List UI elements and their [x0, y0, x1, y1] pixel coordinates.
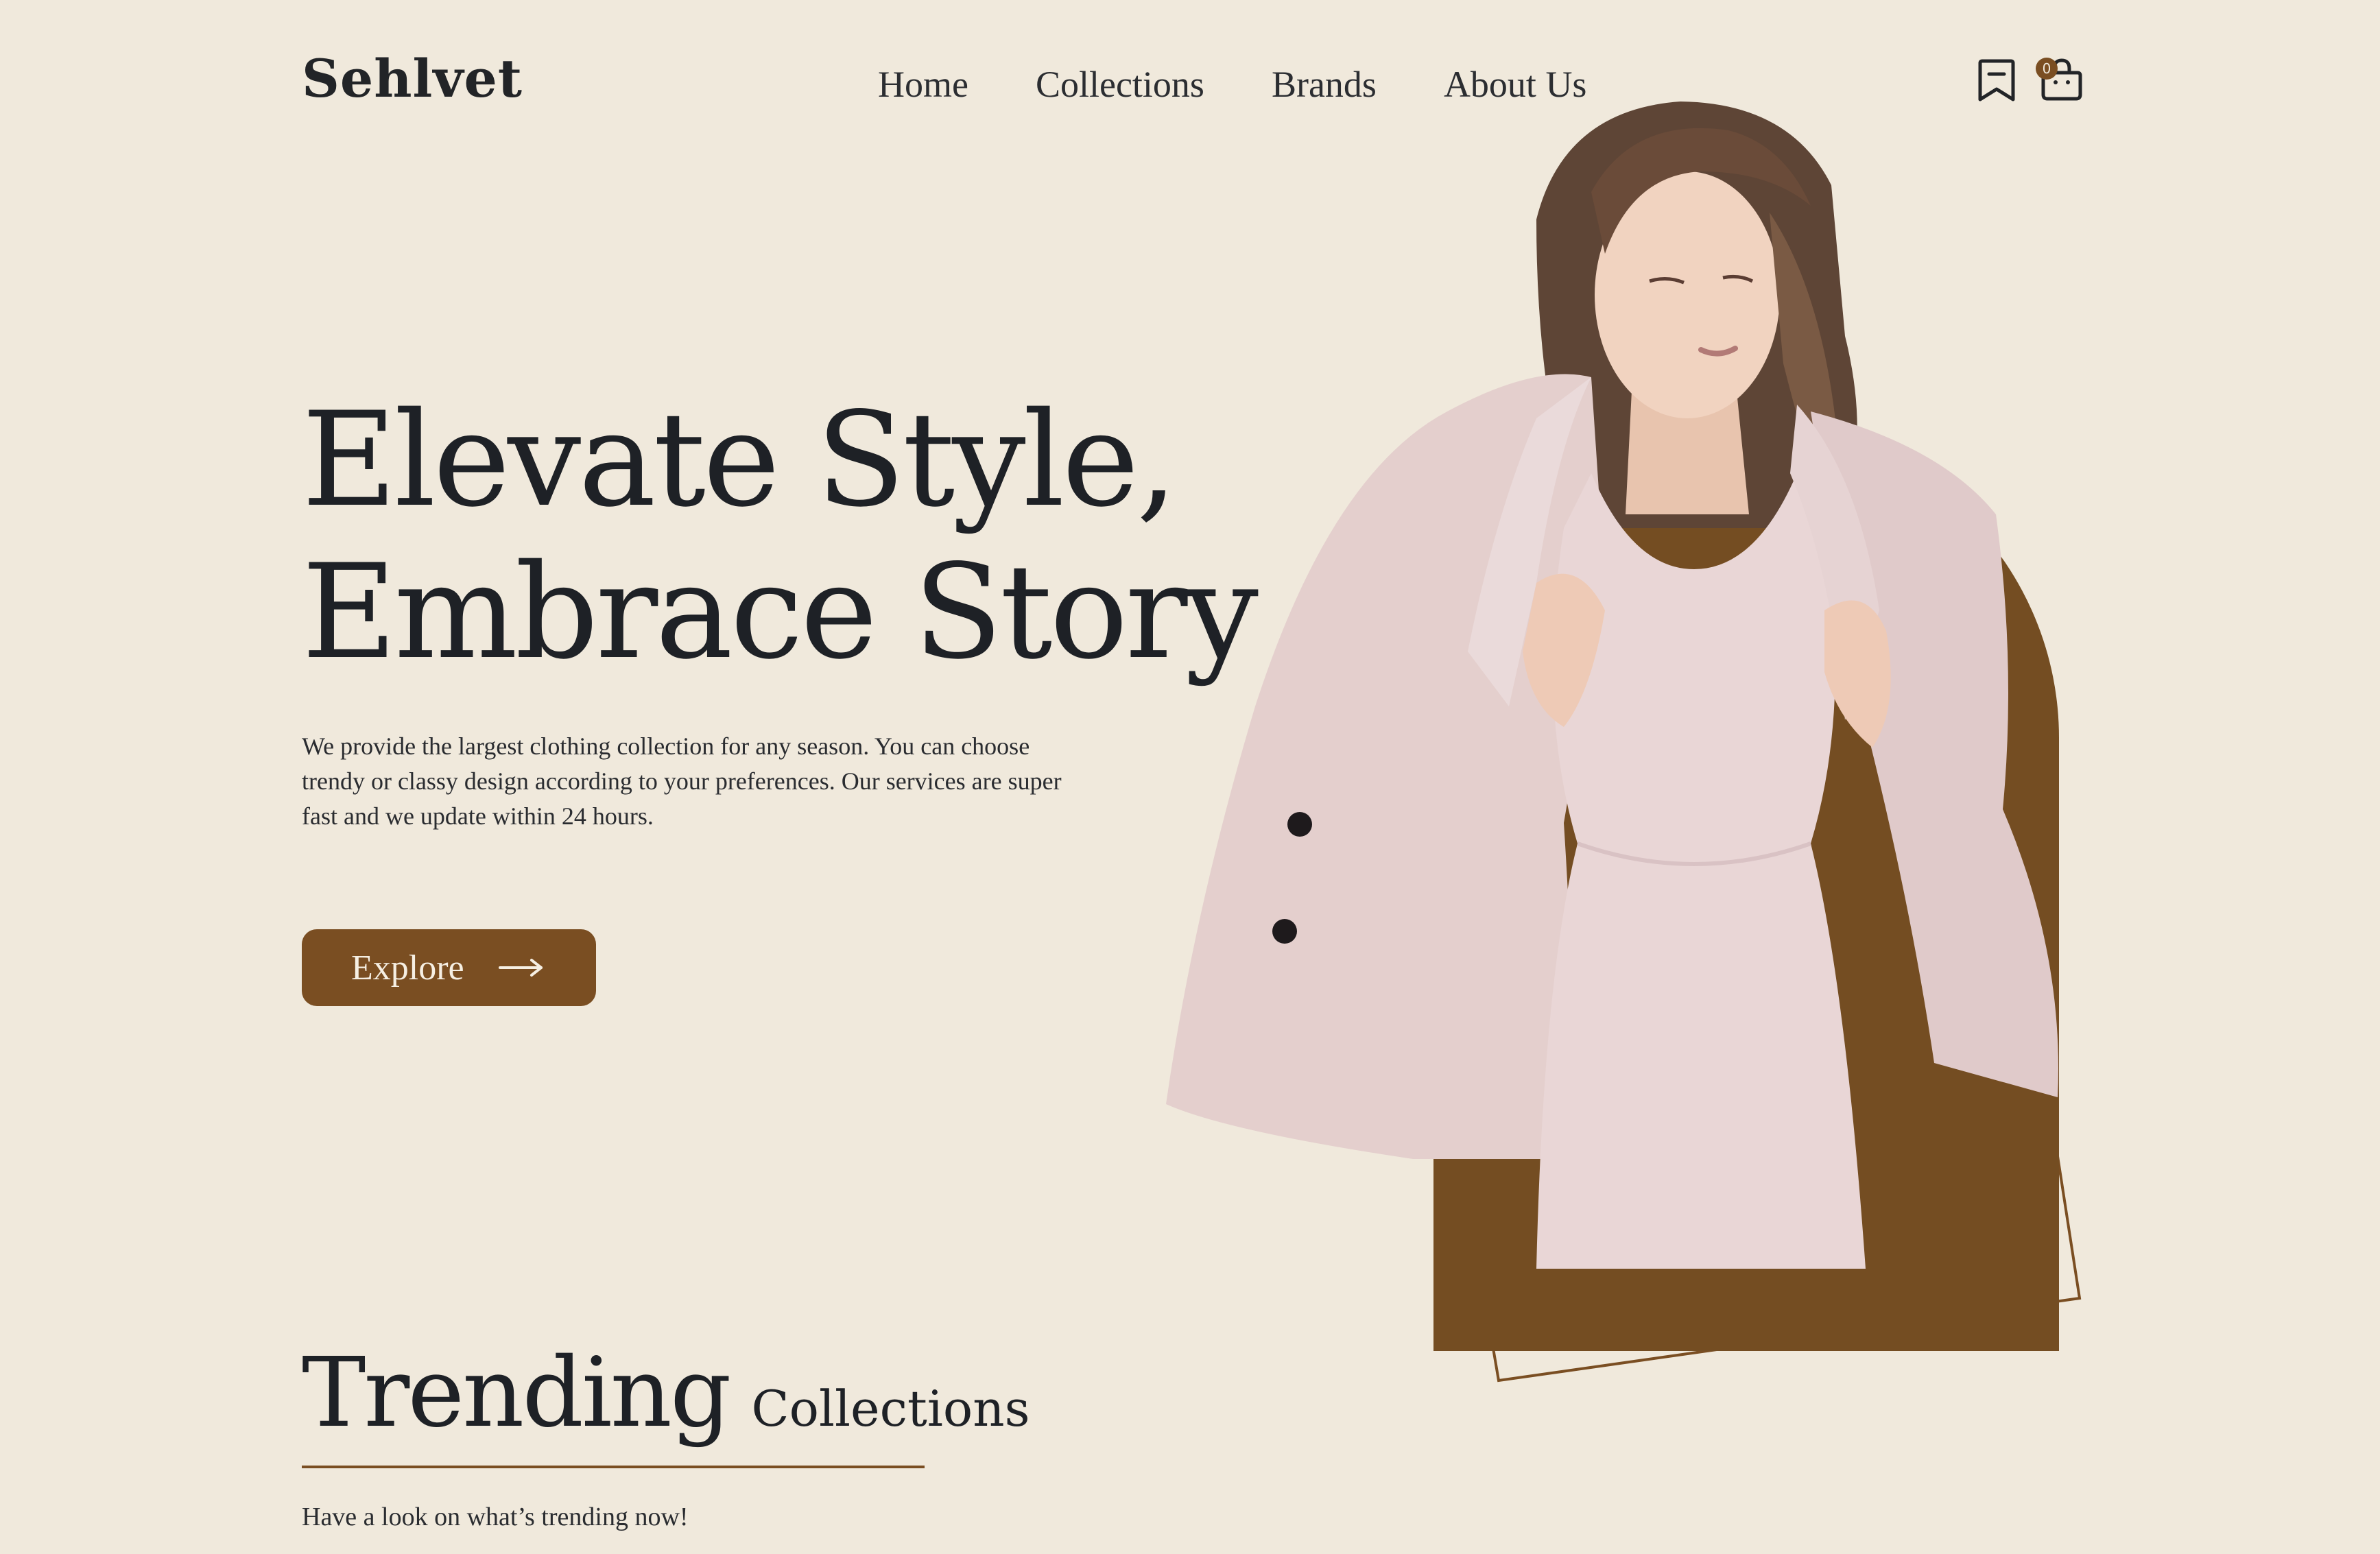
landing-page: Sehlvet Home Collections Brands About Us… [0, 0, 2380, 1554]
trending-divider [302, 1466, 925, 1468]
trending-heading: Trending Collections [302, 1337, 1030, 1449]
model-photo [1166, 101, 2058, 1269]
trending-subtitle: Have a look on what’s trending now! [302, 1503, 689, 1531]
trending-title: Trending [302, 1337, 731, 1449]
collections-subtitle: Collections [751, 1380, 1030, 1437]
